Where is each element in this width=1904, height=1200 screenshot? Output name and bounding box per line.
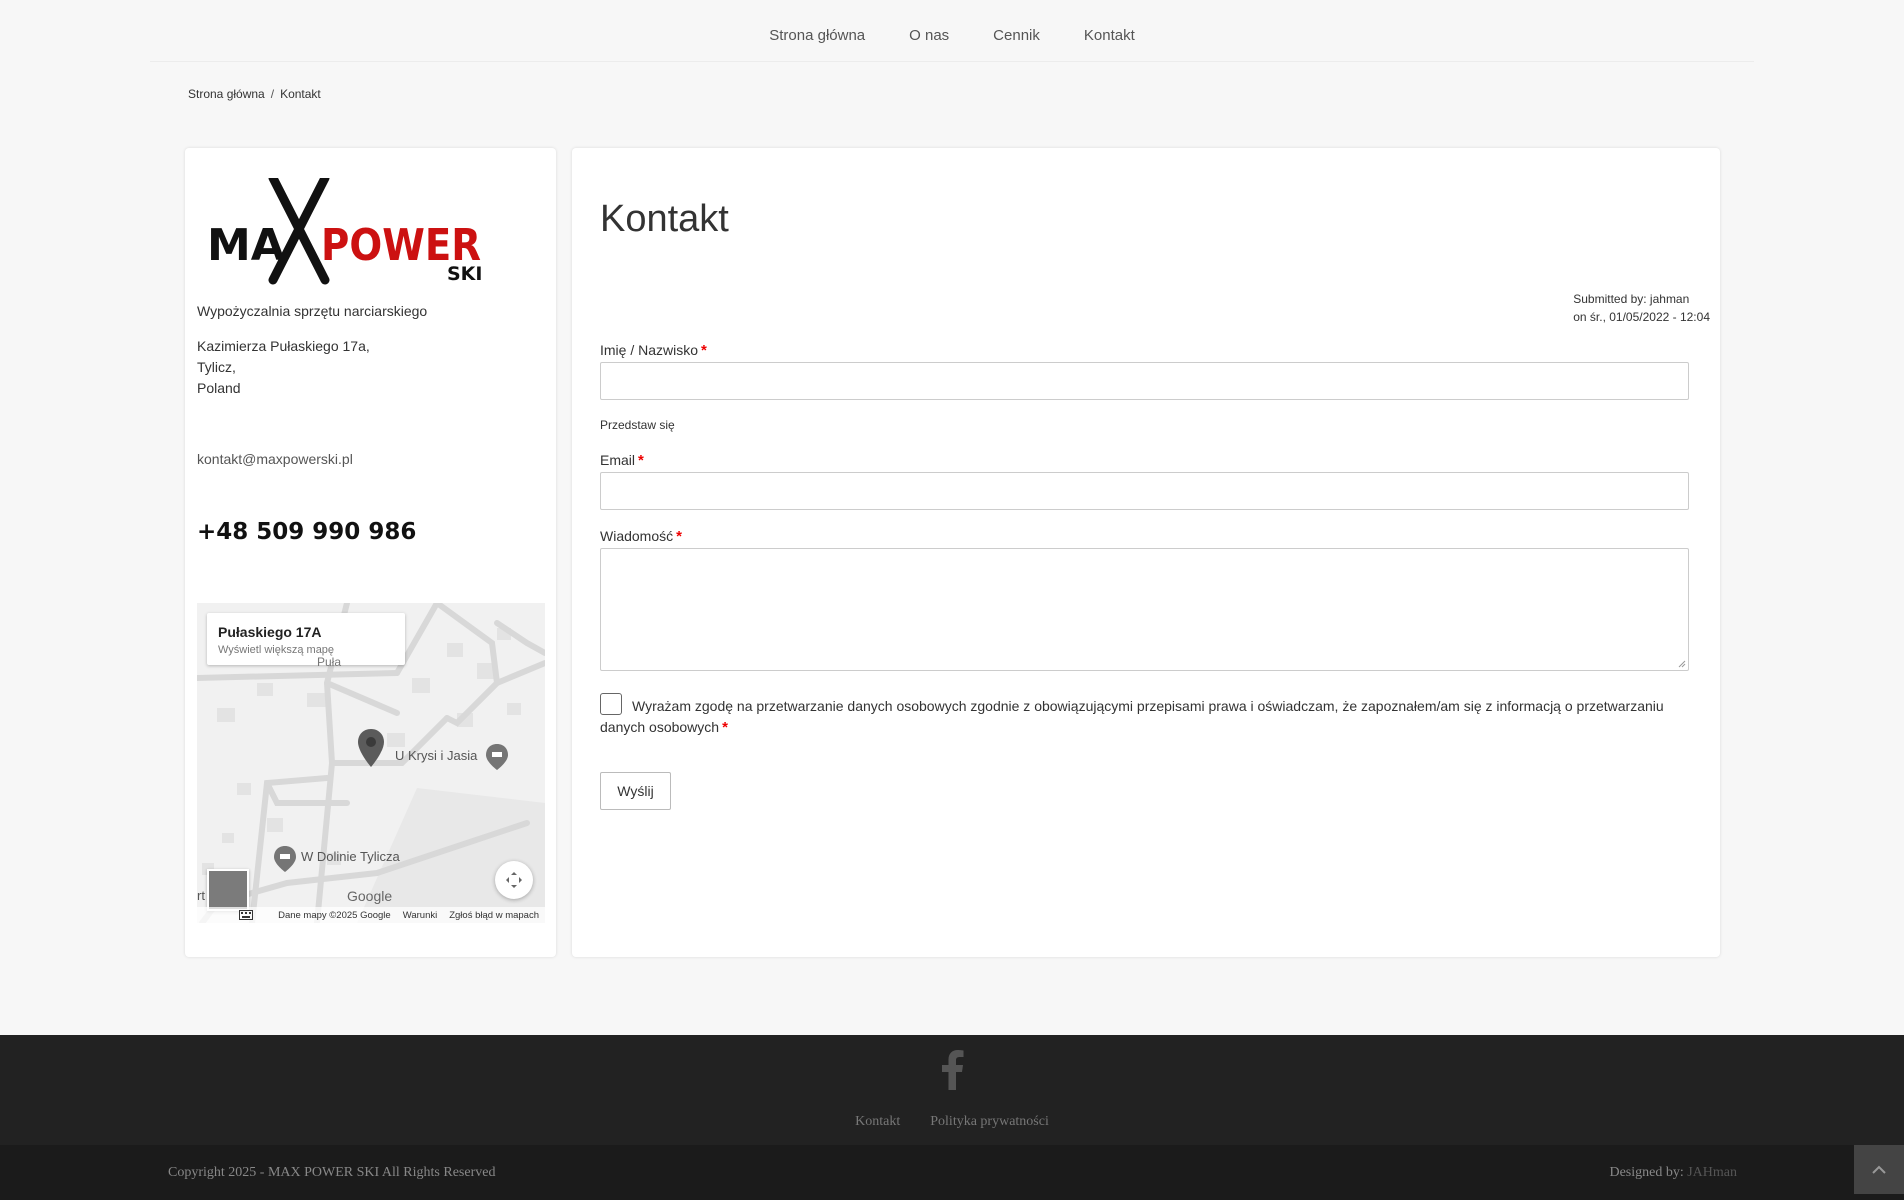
message-label-text: Wiadomość	[600, 528, 674, 544]
required-marker: *	[722, 719, 728, 736]
name-field-label: Imię / Nazwisko *	[600, 342, 707, 359]
contact-phone[interactable]: +48 509 990 986	[197, 521, 416, 544]
company-tagline: Wypożyczalnia sprzętu narciarskiego	[197, 303, 428, 319]
breadcrumb-current: Kontakt	[280, 87, 321, 101]
nav-item-pricing[interactable]: Cennik	[993, 27, 1040, 44]
designer-link[interactable]: JAHman	[1687, 1165, 1737, 1180]
submission-info: Submitted by: jahman on śr., 01/05/2022 …	[1573, 290, 1710, 326]
footer-link-privacy[interactable]: Polityka prywatności	[930, 1114, 1049, 1130]
keyboard-icon[interactable]	[239, 910, 253, 920]
footer-link-contact[interactable]: Kontakt	[855, 1114, 900, 1130]
designed-by-label: Designed by:	[1609, 1165, 1684, 1180]
email-field-label: Email *	[600, 452, 644, 469]
address-line-country: Poland	[197, 380, 241, 396]
footer: Kontakt Polityka prywatności	[0, 1035, 1904, 1145]
max-power-ski-logo: MA POWER SKI	[207, 178, 482, 285]
map-poi-label-2: W Dolinie Tylicza	[301, 849, 400, 864]
message-textarea[interactable]	[600, 548, 1689, 671]
map-street-fragment: Puła	[317, 655, 342, 669]
breadcrumb-separator: /	[270, 87, 275, 101]
company-address: Kazimierza Pułaskiego 17a, Tylicz, Polan…	[197, 336, 370, 399]
fullscreen-arrows-icon	[506, 872, 522, 888]
facebook-icon[interactable]	[940, 1050, 964, 1090]
address-line-street: Kazimierza Pułaskiego 17a,	[197, 338, 370, 354]
contact-email-link[interactable]: kontakt@maxpowerski.pl	[197, 449, 353, 470]
logo-text-ma: MA	[207, 220, 285, 271]
map-report-error-link[interactable]: Zgłoś błąd w mapach	[449, 910, 539, 921]
scroll-to-top-button[interactable]	[1854, 1145, 1904, 1194]
sidebar-card: MA POWER SKI Wypożyczalnia sprzętu narci…	[185, 148, 556, 957]
map-place-card: Pułaskiego 17A Wyświetl większą mapę	[207, 613, 405, 665]
consent-text: Wyrażam zgodę na przetwarzanie danych os…	[600, 698, 1664, 735]
footer-bottom-bar: Copyright 2025 - MAX POWER SKI All Right…	[0, 1145, 1904, 1200]
map-fragment-left: rt	[197, 888, 205, 903]
name-input[interactable]	[600, 362, 1689, 400]
nav-item-about[interactable]: O nas	[909, 27, 949, 44]
contact-form-card: Kontakt Submitted by: jahman on śr., 01/…	[572, 148, 1720, 957]
map-hotel-icon-2[interactable]	[273, 845, 297, 873]
message-field-label: Wiadomość *	[600, 528, 682, 545]
name-field-help: Przedstaw się	[600, 418, 675, 432]
top-nav: Strona główna O nas Cennik Kontakt	[150, 0, 1754, 62]
submit-button[interactable]: Wyślij	[600, 772, 671, 810]
map-place-title: Pułaskiego 17A	[218, 624, 322, 640]
required-marker: *	[676, 528, 682, 545]
required-marker: *	[701, 342, 707, 359]
map-poi-label-1: U Krysi i Jasia	[395, 748, 478, 763]
required-marker: *	[638, 452, 644, 469]
logo-text-ski: SKI	[447, 263, 482, 285]
page-title: Kontakt	[600, 198, 729, 240]
embedded-map[interactable]: Pułaskiego 17A Wyświetl większą mapę Puł…	[197, 603, 545, 923]
consent-label: Wyrażam zgodę na przetwarzanie danych os…	[600, 696, 1689, 738]
footer-links: Kontakt Polityka prywatności	[0, 1114, 1904, 1130]
map-fullscreen-button[interactable]	[495, 861, 533, 899]
address-line-city: Tylicz,	[197, 359, 236, 375]
map-data-attribution[interactable]: Dane mapy ©2025 Google	[278, 910, 391, 921]
chevron-up-icon	[1872, 1165, 1886, 1174]
resize-grip-icon[interactable]	[1678, 660, 1686, 668]
submitted-by: Submitted by: jahman	[1573, 292, 1690, 306]
name-label-text: Imię / Nazwisko	[600, 342, 699, 358]
map-location-pin-icon[interactable]	[357, 728, 385, 768]
nav-item-contact[interactable]: Kontakt	[1084, 27, 1135, 44]
map-attribution-bar: Dane mapy ©2025 Google Warunki Zgłoś błą…	[197, 907, 545, 923]
map-terms-link[interactable]: Warunki	[403, 910, 438, 921]
google-logo: Google	[347, 888, 393, 904]
breadcrumb: Strona główna / Kontakt	[188, 87, 321, 101]
copyright-text: Copyright 2025 - MAX POWER SKI All Right…	[168, 1165, 496, 1180]
map-hotel-icon[interactable]	[485, 743, 509, 771]
designed-by: Designed by: JAHman	[1609, 1165, 1737, 1181]
email-label-text: Email	[600, 452, 636, 468]
map-satellite-toggle[interactable]	[207, 869, 249, 911]
nav-item-home[interactable]: Strona główna	[769, 27, 865, 44]
submitted-on: on śr., 01/05/2022 - 12:04	[1573, 310, 1710, 324]
breadcrumb-home-link[interactable]: Strona główna	[188, 87, 265, 101]
email-input[interactable]	[600, 472, 1689, 510]
